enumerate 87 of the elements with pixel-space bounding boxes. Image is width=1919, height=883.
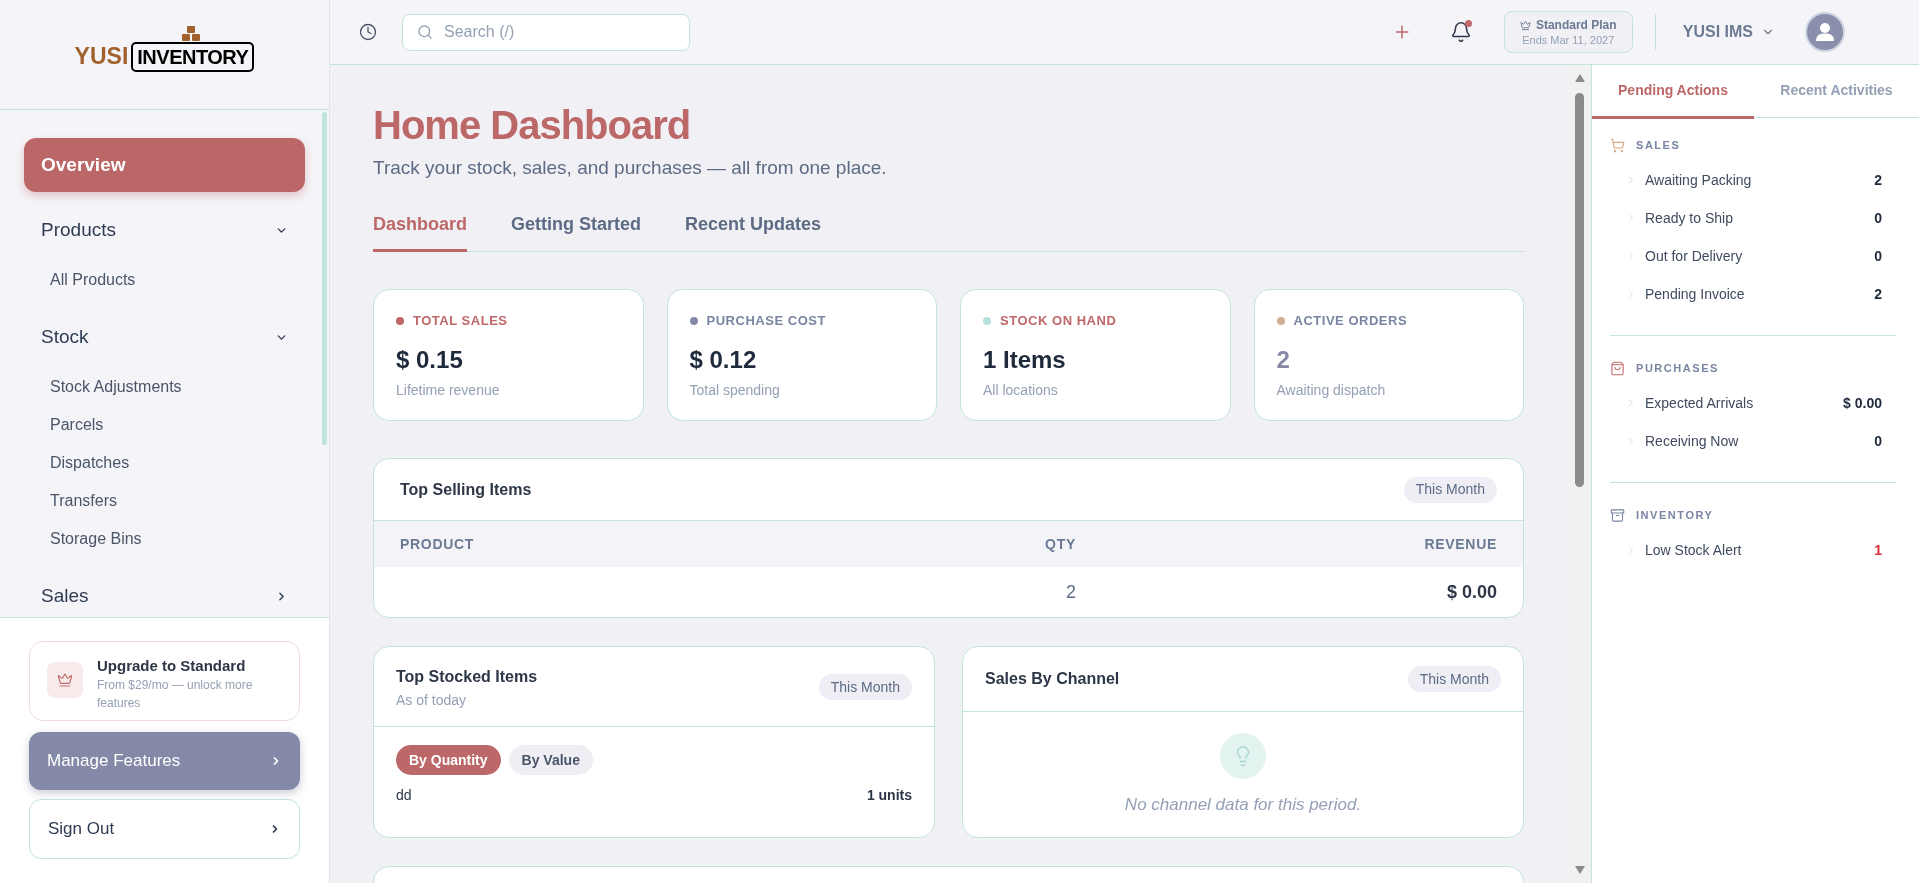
column-header: PRODUCT [400, 534, 476, 554]
action-label[interactable]: Pending Invoice [1645, 283, 1875, 305]
action-label[interactable]: Low Stock Alert [1645, 539, 1875, 561]
scrollbar-thumb[interactable] [1575, 93, 1584, 487]
action-count: 0 [1874, 208, 1882, 228]
stat-caption: Awaiting dispatch [1276, 381, 1387, 399]
lightbulb-icon [1220, 733, 1266, 779]
section-title: PURCHASES [1636, 360, 1719, 376]
page-tab[interactable]: Recent Updates [685, 212, 822, 252]
stat-caption: All locations [983, 381, 1059, 399]
table-cell-text: $ 0.00 [1445, 580, 1497, 604]
stat-label: STOCK ON HAND [1000, 312, 1117, 330]
table-cell-text: 2 [1065, 580, 1076, 604]
item-name: dd [396, 786, 412, 805]
action-count: 0 [1874, 246, 1882, 266]
scroll-down-icon[interactable] [1574, 866, 1585, 874]
stat-caption: Total spending [689, 381, 781, 399]
page-title: Home Dashboard [373, 102, 692, 149]
account-menu[interactable]: YUSI IMS [1682, 20, 1775, 44]
stat-value: 1 Items [983, 345, 1067, 375]
history-icon[interactable] [359, 23, 377, 41]
action-count: 1 [1874, 540, 1882, 560]
action-label[interactable]: Ready to Ship [1645, 207, 1875, 229]
nav-item[interactable]: Overview [24, 138, 305, 192]
plan-expiry: Ends Mar 11, 2027 [1522, 32, 1615, 47]
brand-name: YUSI [74, 42, 129, 71]
page-subtitle: Track your stock, sales, and purchases — all from one place. [373, 156, 888, 180]
section-title: SALES [1636, 137, 1681, 153]
nav-group[interactable]: Stock [24, 317, 305, 357]
column-header: QTY [1044, 534, 1076, 554]
toggle-chip[interactable]: By Quantity [396, 745, 501, 775]
stat-label: ACTIVE ORDERS [1293, 312, 1408, 330]
action-count: 0 [1874, 431, 1882, 451]
stat-caption: Lifetime revenue [396, 381, 501, 399]
plan-badge[interactable]: Standard Plan Ends Mar 11, 2027 [1503, 11, 1633, 53]
card-title: Sales By Channel [985, 669, 1120, 689]
action-count: $ 0.00 [1843, 393, 1882, 413]
empty-state-text: No channel data for this period. [1124, 794, 1362, 816]
stat-value: $ 0.12 [689, 345, 758, 375]
toggle-chip[interactable]: By Value [508, 745, 593, 775]
item-quantity: 1 units [866, 786, 912, 805]
nav-group[interactable]: Products [24, 210, 305, 250]
user-avatar-icon[interactable] [1805, 12, 1845, 52]
scroll-up-icon[interactable] [1574, 74, 1585, 82]
plan-name: Standard Plan [1535, 17, 1617, 33]
cubes-icon [181, 25, 202, 41]
archive-box-icon [1610, 507, 1625, 523]
scrollbar-thumb[interactable] [322, 112, 327, 445]
nav-subitem[interactable]: All Products [24, 261, 305, 299]
action-label[interactable]: Receiving Now [1645, 430, 1875, 452]
action-label[interactable]: Expected Arrivals [1645, 392, 1844, 414]
action-label[interactable]: Awaiting Packing [1645, 169, 1875, 191]
nav-subitem[interactable]: Dispatches [24, 444, 305, 482]
stat-label: TOTAL SALES [413, 312, 508, 330]
period-filter[interactable]: This Month [1403, 476, 1497, 503]
nav-subitem[interactable]: Parcels [24, 406, 305, 444]
column-header: REVENUE [1423, 534, 1497, 554]
action-count: 2 [1874, 284, 1882, 304]
sign-out-button[interactable]: Sign Out [29, 799, 300, 859]
card-subtitle: As of today [396, 691, 468, 710]
period-filter[interactable]: This Month [818, 674, 912, 700]
stat-label: PURCHASE COST [706, 312, 826, 330]
action-label[interactable]: Out for Delivery [1645, 245, 1875, 267]
search-field[interactable]: Search (/) [402, 13, 690, 51]
nav-subitem[interactable]: Stock Adjustments [24, 368, 305, 406]
panel-tab[interactable]: Pending Actions [1592, 65, 1754, 119]
period-filter[interactable]: This Month [1407, 666, 1501, 692]
shopping-bag-icon [1610, 360, 1625, 376]
stat-value: 2 [1276, 345, 1291, 375]
cart-icon [1610, 137, 1625, 153]
notification-bell-icon[interactable] [1449, 21, 1472, 43]
card-title: Top Stocked Items [396, 667, 538, 687]
upgrade-description: From $29/mo — unlock more features [97, 677, 254, 712]
upgrade-title: Upgrade to Standard [97, 656, 247, 676]
section-title: INVENTORY [1636, 507, 1714, 523]
product-name: INVENTORY [131, 41, 255, 72]
nav-subitem[interactable]: Storage Bins [24, 520, 305, 558]
page-tab[interactable]: Getting Started [511, 212, 642, 252]
nav-group[interactable]: Sales [24, 576, 305, 616]
crown-icon [1519, 19, 1531, 31]
search-icon [417, 23, 433, 40]
upgrade-card[interactable]: Upgrade to Standard From $29/mo — unlock more features [29, 641, 300, 721]
action-count: 2 [1874, 170, 1882, 190]
card-title: Top Selling Items [400, 479, 532, 500]
stat-value: $ 0.15 [396, 345, 464, 375]
nav-subitem[interactable]: Transfers [24, 482, 305, 520]
crown-icon [47, 662, 83, 698]
